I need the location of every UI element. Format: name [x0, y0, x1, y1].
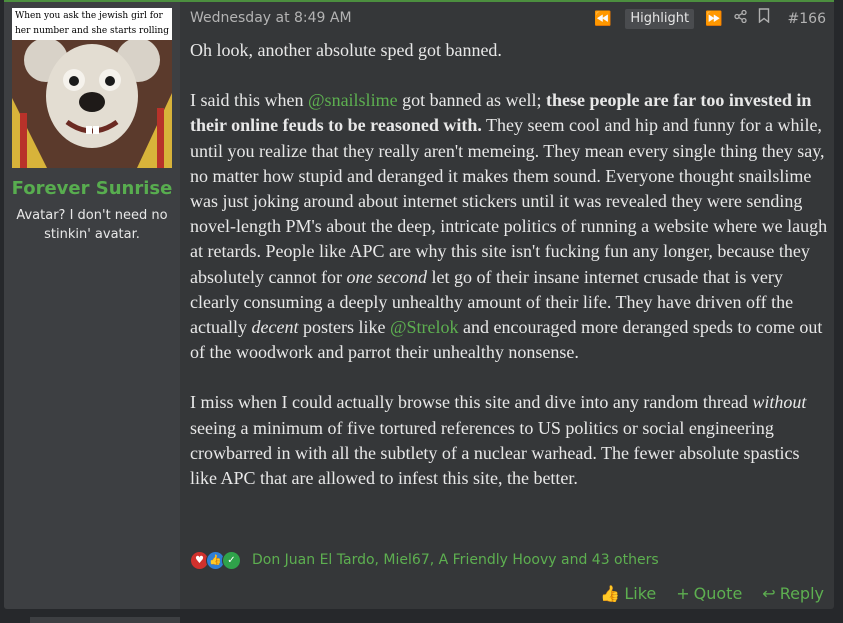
text-run: got banned as well;: [397, 90, 547, 111]
avatar-meme-caption: When you ask the jewish girl for her num…: [12, 8, 172, 40]
forum-post: When you ask the jewish girl for her num…: [4, 0, 834, 609]
post-tools: ⏪ Highlight ⏩ #166: [583, 8, 826, 30]
post-timestamp[interactable]: Wednesday at 8:49 AM: [190, 10, 352, 26]
post-number[interactable]: #166: [788, 11, 826, 27]
paragraph-3: I miss when I could actually browse this…: [190, 390, 830, 491]
thumbs-up-outline-icon: 👍: [600, 584, 621, 603]
reply-label: Reply: [779, 584, 824, 603]
post-top-accent: [4, 0, 834, 2]
paragraph-1: Oh look, another absolute sped got banne…: [190, 40, 502, 60]
text-run: I miss when I could actually browse this…: [190, 392, 753, 413]
reactions-bar[interactable]: ♥ 👍 ✓ Don Juan El Tardo, Miel67, A Frien…: [190, 549, 659, 571]
reply-icon: ↩: [762, 584, 776, 603]
text-run: seeing a minimum of five tortured refere…: [190, 417, 800, 489]
text-run: posters like: [298, 317, 390, 338]
prev-icon[interactable]: ⏪: [594, 8, 611, 30]
text-run: They seem cool and hip and funny for a w…: [190, 115, 828, 287]
quote-label: Quote: [693, 584, 743, 603]
user-title: Avatar? I don't need no stinkin' avatar.: [16, 208, 168, 242]
reply-button[interactable]: ↩ Reply: [762, 584, 824, 603]
post-body: Oh look, another absolute sped got banne…: [190, 38, 830, 491]
mention-link[interactable]: @snailslime: [308, 90, 398, 110]
italic-text: one second: [346, 266, 427, 287]
like-button[interactable]: 👍 Like: [600, 584, 656, 603]
user-avatar[interactable]: When you ask the jewish girl for her num…: [12, 8, 172, 168]
italic-text: decent: [251, 317, 299, 338]
next-post-edge: [30, 617, 180, 623]
italic-text: without: [752, 392, 807, 413]
post-actions: 👍 Like + Quote ↩ Reply: [600, 584, 824, 603]
share-icon-svg: [733, 9, 747, 24]
paragraph-2: I said this when @snailslime got banned …: [190, 88, 830, 365]
post-username[interactable]: Forever Sunrise: [4, 178, 180, 199]
post-message-column: Wednesday at 8:49 AM ⏪ Highlight ⏩ #166: [180, 0, 834, 609]
bookmark-icon-svg: [758, 8, 769, 24]
quote-button[interactable]: + Quote: [676, 584, 742, 603]
checkmark-icon: ✓: [222, 550, 241, 570]
share-icon[interactable]: [733, 8, 747, 30]
next-icon[interactable]: ⏩: [705, 8, 722, 30]
like-label: Like: [624, 584, 657, 603]
bookmark-icon[interactable]: [758, 8, 770, 30]
text-run: I said this when: [190, 90, 308, 111]
reactions-summary-link[interactable]: Don Juan El Tardo, Miel67, A Friendly Ho…: [252, 552, 659, 568]
post-user-column: When you ask the jewish girl for her num…: [4, 0, 180, 609]
mention-link[interactable]: @Strelok: [390, 317, 459, 337]
highlight-button[interactable]: Highlight: [625, 9, 695, 29]
plus-icon: +: [676, 584, 690, 603]
